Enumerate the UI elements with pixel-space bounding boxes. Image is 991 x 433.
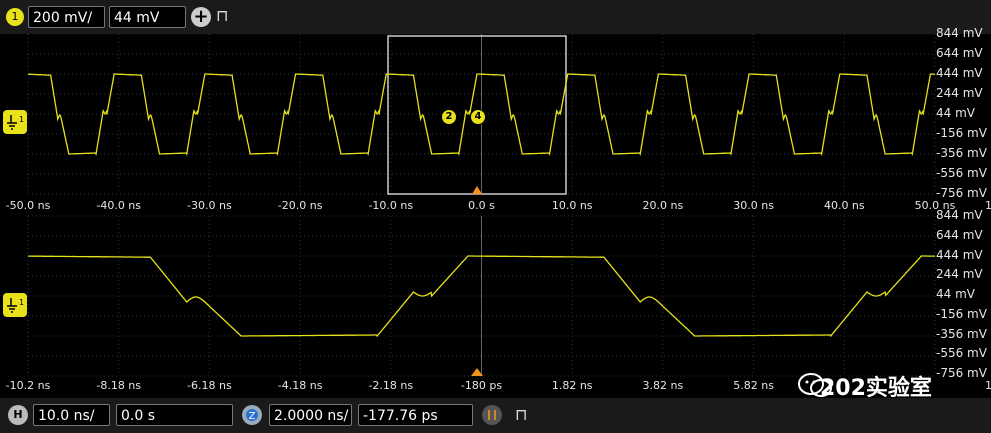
marker-2-badge[interactable]: 2 [441,109,457,125]
channel-1-badge[interactable]: 1 [6,8,24,26]
x-tick-label-bottom: -180 ps [460,379,503,392]
y-tick-label: 44 mV [936,287,975,301]
y-tick-label: 244 mV [936,267,983,282]
x-tick-label-top: -40.0 ns [96,199,142,212]
marker-4-badge[interactable]: 4 [470,109,486,125]
y-tick-label: 644 mV [936,227,983,242]
x-tick-label-top: 20.0 ns [642,199,684,212]
waveform-display [27,34,936,377]
y-tick-label: 644 mV [936,46,983,60]
x-tick-label-top: -20.0 ns [277,199,323,212]
horizontal-badge[interactable]: H [8,405,28,425]
vertical-offset-field[interactable]: 44 mV [109,6,186,28]
svg-text:1: 1 [19,298,24,307]
x-tick-label-top: 40.0 ns [823,199,865,212]
y-tick-label: 444 mV [936,66,983,80]
vertical-scale-field[interactable]: 200 mV/ [28,6,105,28]
zoom-icon[interactable]: Z [241,404,263,426]
horizontal-toolbar: H 10.0 ns/ 0.0 s Z 2.0000 ns/ -177.76 ps… [0,398,991,433]
top-end-label: 1 [985,199,991,212]
bottom-end-label: 1 [985,379,991,392]
x-tick-label-top: -30.0 ns [187,199,232,212]
x-tick-label-bottom: -4.18 ns [277,379,323,392]
x-tick-label-top: -50.0 ns [5,199,51,212]
svg-text:1: 1 [19,115,24,124]
x-tick-label-top: 50.0 ns [914,199,956,212]
y-tick-label: -556 mV [936,346,987,361]
channel-toolbar: 1 200 mV/ 44 mV + ⊓ [0,0,991,34]
zoom-position-field[interactable]: -177.76 ps [358,404,473,426]
y-tick-label: -156 mV [936,126,987,140]
run-stop-icon[interactable] [481,404,503,426]
x-tick-label-top: -10.0 ns [368,199,414,212]
x-tick-label-top: 10.0 ns [551,199,593,212]
x-tick-label-bottom: -2.18 ns [368,379,414,392]
y-tick-label: -756 mV [936,366,987,380]
y-tick-label: 844 mV [936,26,983,40]
x-tick-label-bottom: -8.18 ns [96,379,142,392]
add-button[interactable]: + [191,7,211,27]
x-tick-label-top: 0.0 s [468,199,495,212]
y-tick-label: -756 mV [936,186,987,200]
y-tick-label: 244 mV [936,86,983,100]
x-tick-label-bottom: 3.82 ns [642,379,684,392]
svg-text:Z: Z [249,411,256,422]
x-tick-label-bottom: -10.2 ns [5,379,51,392]
y-tick-label: -356 mV [936,326,987,341]
zoom-scale-field[interactable]: 2.0000 ns/ [269,404,352,426]
pin-icon[interactable]: ⊓ [515,405,527,424]
y-tick-label: -156 mV [936,306,987,321]
pin-icon[interactable]: ⊓ [216,6,228,25]
channel-1-ground-marker-bottom[interactable]: 1 [2,290,28,320]
bottom-graticule [27,215,936,377]
y-tick-label: -356 mV [936,146,987,160]
y-tick-label: 444 mV [936,247,983,262]
y-tick-label: -556 mV [936,166,987,180]
x-tick-label-bottom: -6.18 ns [187,379,232,392]
x-tick-label-bottom: 5.82 ns [733,379,774,392]
x-tick-label-bottom: 1.82 ns [551,379,593,392]
trigger-position-icon[interactable] [472,186,482,194]
horizontal-scale-field[interactable]: 10.0 ns/ [33,404,110,426]
horizontal-position-field[interactable]: 0.0 s [116,404,233,426]
x-tick-label-top: 30.0 ns [733,199,774,212]
y-tick-label: 44 mV [936,106,975,120]
channel-1-ground-marker-top[interactable]: 1 [2,107,28,137]
